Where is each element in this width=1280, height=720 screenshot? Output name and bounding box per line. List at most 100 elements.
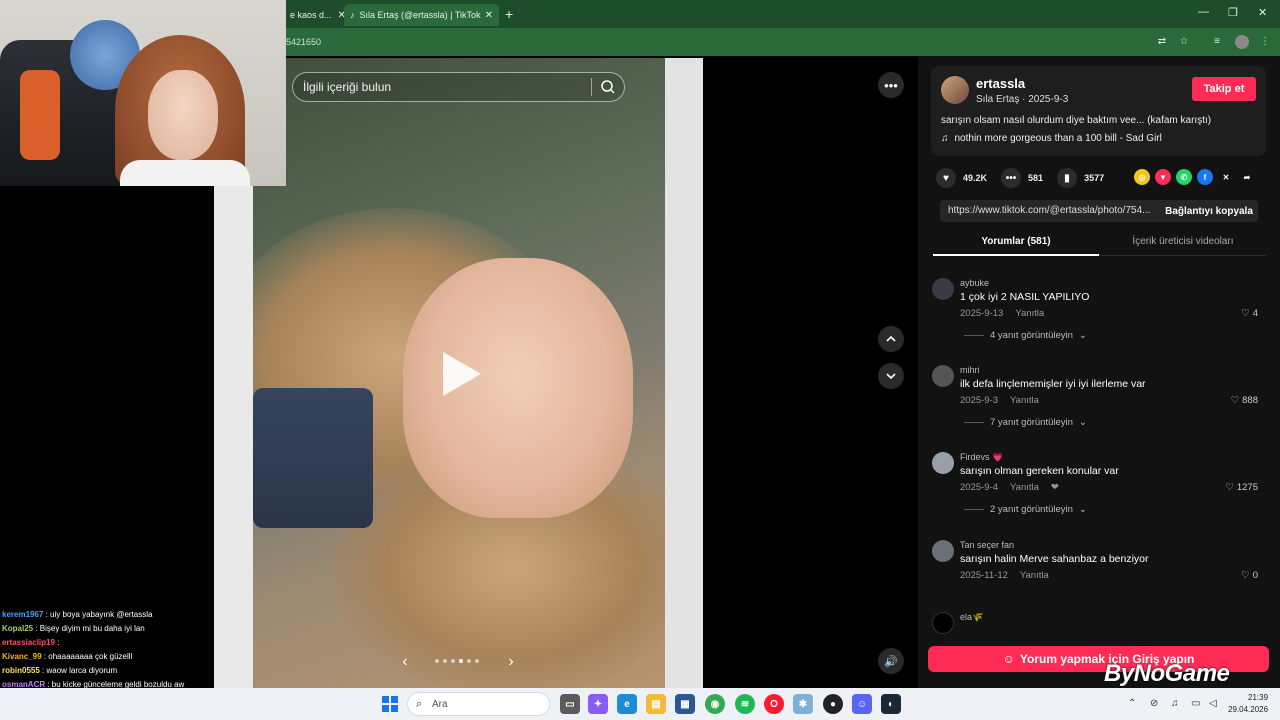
stream-watermark-logo: ByNoGame — [1104, 660, 1230, 687]
chevron-left-icon[interactable]: ‹ — [395, 652, 415, 672]
author-avatar[interactable] — [941, 76, 969, 104]
comment-text: 1 çok iyi 2 NASIL YAPILIYO — [960, 291, 1090, 303]
follow-button[interactable]: Takip et — [1192, 77, 1256, 101]
chat-username[interactable]: kerem1967 — [2, 610, 43, 619]
whatsapp-icon[interactable]: ✆ — [1176, 169, 1192, 185]
url-text[interactable]: 5421650 — [286, 37, 321, 47]
volume-icon[interactable]: ◁ — [1209, 698, 1217, 709]
play-icon[interactable] — [443, 352, 481, 396]
view-replies[interactable]: 7 yanıt görüntüleyin ⌄ — [964, 417, 1087, 428]
app-icon[interactable]: ✱ — [793, 694, 813, 714]
maximize-icon[interactable]: ❐ — [1228, 6, 1238, 19]
tab-creator-videos[interactable]: İçerik üreticisi videoları — [1100, 236, 1266, 247]
commenter-avatar[interactable] — [932, 612, 954, 634]
commenter-avatar[interactable] — [932, 452, 954, 474]
taskbar-search[interactable]: ⌕ Ara — [407, 692, 550, 716]
pager-dot[interactable] — [475, 659, 479, 663]
comment-date: 2025-9-13 — [960, 308, 1004, 319]
edge-browser-icon[interactable]: e — [617, 694, 637, 714]
bookmark-star-icon[interactable]: ☆ — [1177, 35, 1191, 49]
facebook-icon[interactable]: f — [1197, 169, 1213, 185]
display-icon[interactable]: ▭ — [1191, 698, 1200, 709]
chat-username[interactable]: Kivanc_99 — [2, 652, 42, 661]
pager-dot[interactable] — [451, 659, 455, 663]
tab-comments[interactable]: Yorumlar (581) — [933, 236, 1099, 247]
embed-share-icon[interactable]: ◎ — [1134, 169, 1150, 185]
chat-username[interactable]: ertassiaclip19 — [2, 638, 55, 647]
pager-dot[interactable] — [467, 659, 471, 663]
comment-like[interactable]: ♡ 1275 — [1225, 482, 1258, 493]
comment-stat[interactable]: ••• 581 — [1001, 168, 1043, 188]
opera-icon[interactable]: O — [764, 694, 784, 714]
comment-like[interactable]: ♡ 888 — [1231, 395, 1258, 406]
media-icon[interactable]: ≡ — [1210, 35, 1224, 49]
comment-icon: ☺ — [1002, 652, 1015, 666]
panel-tabs: Yorumlar (581) İçerik üreticisi videolar… — [933, 231, 1266, 256]
commenter-username[interactable]: ela🌾 — [960, 612, 983, 623]
reply-link[interactable]: Yanıtla — [1015, 308, 1044, 319]
steam-icon[interactable]: ◐ — [881, 694, 901, 714]
volume-button[interactable]: 🔊 — [878, 648, 904, 674]
profile-avatar-icon[interactable] — [1235, 35, 1249, 49]
pager-dot[interactable] — [459, 659, 463, 663]
copilot-icon[interactable]: ✦ — [588, 694, 608, 714]
save-stat[interactable]: ▮ 3577 — [1057, 168, 1104, 188]
browser-tab-inactive[interactable]: e kaos d... ✕ — [284, 4, 352, 26]
chat-username[interactable]: Kopal25 — [2, 624, 33, 633]
minimize-icon[interactable]: — — [1198, 6, 1209, 18]
chat-username[interactable]: robin0555 — [2, 666, 40, 675]
file-explorer-icon[interactable]: ▤ — [646, 694, 666, 714]
heart-outline-icon: ♡ — [1230, 395, 1240, 406]
search-icon[interactable] — [600, 79, 616, 95]
reply-link[interactable]: Yanıtla — [1020, 570, 1049, 581]
tray-chevron-up-icon[interactable]: ⌃ — [1128, 698, 1136, 709]
like-stat[interactable]: ♥ 49.2K — [936, 168, 987, 188]
reply-link[interactable]: Yanıtla — [1010, 482, 1039, 493]
close-window-icon[interactable]: ✕ — [1258, 6, 1267, 19]
comment-like[interactable]: ♡ 4 — [1241, 308, 1258, 319]
commenter-username[interactable]: Tan seçer fan — [960, 540, 1014, 550]
previous-post-button[interactable] — [878, 326, 904, 352]
browser-tab-active[interactable]: ♪ Sıla Ertaş (@ertassla) | TikTok ✕ — [344, 4, 499, 26]
x-icon[interactable]: ✕ — [1218, 169, 1234, 185]
webcam-overlay — [0, 0, 286, 186]
obs-icon[interactable]: ● — [823, 694, 843, 714]
music-row[interactable]: ♫ nothin more gorgeous than a 100 bill -… — [941, 133, 1162, 144]
spotify-icon[interactable]: ≋ — [735, 694, 755, 714]
commenter-avatar[interactable] — [932, 365, 954, 387]
comment-like[interactable]: ♡ 0 — [1241, 570, 1258, 581]
new-tab-button[interactable]: + — [505, 6, 513, 22]
commenter-avatar[interactable] — [932, 278, 954, 300]
reply-link[interactable]: Yanıtla — [1010, 395, 1039, 406]
translate-icon[interactable]: ⇄ — [1155, 35, 1169, 49]
comment-like-count: 4 — [1252, 308, 1258, 319]
send-share-icon[interactable]: ▼ — [1155, 169, 1171, 185]
discord-icon[interactable]: ☺ — [852, 694, 872, 714]
pager-dot[interactable] — [435, 659, 439, 663]
more-options-button[interactable]: ••• — [878, 72, 904, 98]
share-arrow-icon[interactable]: ➦ — [1239, 169, 1255, 185]
menu-icon[interactable]: ⋮ — [1258, 35, 1272, 49]
next-post-button[interactable] — [878, 363, 904, 389]
chrome-icon[interactable]: ◉ — [705, 694, 725, 714]
microphone-icon[interactable]: ♫ — [1171, 698, 1179, 709]
commenter-username[interactable]: aybuke — [960, 278, 989, 288]
search-input[interactable] — [303, 80, 583, 94]
close-tab-icon[interactable]: ✕ — [485, 10, 493, 21]
tray-network-icon[interactable]: ⊘ — [1150, 698, 1158, 709]
post-link[interactable]: https://www.tiktok.com/@ertassla/photo/7… — [948, 205, 1153, 216]
pager-dot[interactable] — [443, 659, 447, 663]
commenter-username[interactable]: Firdevs 💗 — [960, 452, 1003, 463]
taskbar-clock[interactable]: 21:39 29.04.2026 — [1228, 692, 1268, 716]
copy-link-button[interactable]: Bağlantıyı kopyala — [1160, 200, 1258, 222]
author-username[interactable]: ertassla — [976, 76, 1025, 91]
commenter-username[interactable]: mihri — [960, 365, 980, 375]
task-view-icon[interactable]: ▭ — [560, 694, 580, 714]
chevron-right-icon[interactable]: › — [501, 652, 521, 672]
windows-start-icon[interactable] — [382, 696, 398, 712]
commenter-avatar[interactable] — [932, 540, 954, 562]
view-replies[interactable]: 2 yanıt görüntüleyin ⌄ — [964, 504, 1087, 515]
comment-count: 581 — [1028, 173, 1044, 183]
store-icon[interactable]: ▦ — [675, 694, 695, 714]
view-replies[interactable]: 4 yanıt görüntüleyin ⌄ — [964, 330, 1087, 341]
